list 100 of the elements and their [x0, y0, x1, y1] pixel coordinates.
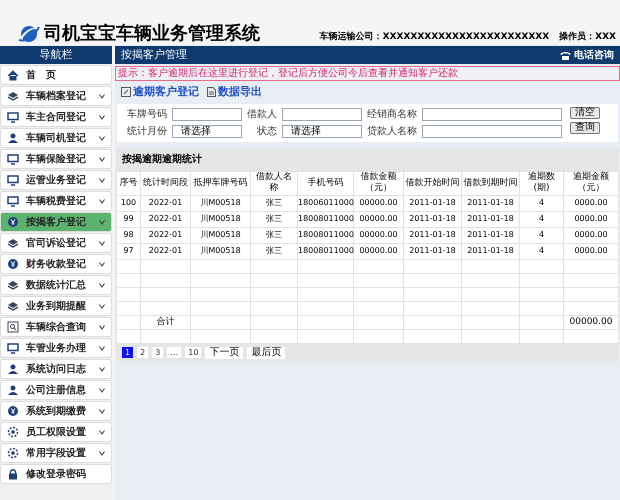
- table-cell: 0000.00: [564, 243, 618, 259]
- edit-form-icon: [121, 87, 131, 98]
- sidebar-title: 导航栏: [0, 46, 112, 64]
- table-cell: 00000.00: [354, 227, 404, 243]
- layers-icon: [7, 237, 19, 249]
- column-header: 借款人名称: [250, 171, 298, 195]
- table-cell: 川M00518: [190, 227, 250, 243]
- table-cell: 4: [520, 243, 564, 259]
- select-field[interactable]: 请选择: [282, 124, 362, 138]
- sidebar-item[interactable]: 首 页: [0, 65, 112, 85]
- chevron-down-icon: [99, 282, 105, 288]
- input-field[interactable]: [172, 108, 242, 120]
- page-link[interactable]: …: [167, 347, 182, 358]
- gear-icon: [7, 426, 19, 438]
- layers-icon: [7, 90, 19, 102]
- column-header: 逾期数(期): [520, 171, 564, 195]
- chevron-down-icon: [99, 156, 105, 162]
- sidebar-item[interactable]: 车辆司机登记: [0, 128, 112, 148]
- export-link[interactable]: 数据导出: [207, 84, 262, 100]
- person-icon: [7, 363, 19, 375]
- input-field[interactable]: [282, 108, 362, 120]
- table-cell: 2022-01: [140, 211, 190, 227]
- phone-link[interactable]: 电话咨询: [560, 48, 614, 62]
- table-cell: 2022-01: [140, 195, 190, 211]
- page-link[interactable]: 2: [137, 347, 148, 358]
- sidebar-item[interactable]: 系统到期缴费: [0, 401, 112, 421]
- sidebar-item[interactable]: 运管业务登记: [0, 170, 112, 190]
- layers-icon: [7, 300, 19, 312]
- monitor-icon: [7, 195, 19, 207]
- register-link[interactable]: 逾期客户登记: [121, 84, 199, 100]
- page-link[interactable]: 1: [122, 347, 134, 358]
- table-cell: 张三: [250, 243, 298, 259]
- sidebar-item[interactable]: 车辆税费登记: [0, 191, 112, 211]
- sidebar-item[interactable]: 车辆综合查询: [0, 317, 112, 337]
- sidebar-item[interactable]: 官司诉讼登记: [0, 233, 112, 253]
- sidebar-item[interactable]: 业务到期提醒: [0, 296, 112, 316]
- sidebar-item[interactable]: 车主合同登记: [0, 107, 112, 127]
- home-icon: [7, 69, 19, 81]
- sidebar-item[interactable]: 车管业务办理: [0, 338, 112, 358]
- lock-icon: [7, 468, 19, 480]
- table-cell: 张三: [250, 211, 298, 227]
- page-link[interactable]: 10: [185, 347, 202, 358]
- monitor-icon: [7, 342, 19, 354]
- table-cell: 2011-01-18: [462, 195, 520, 211]
- phone-icon: [560, 50, 571, 60]
- sidebar-item[interactable]: 公司注册信息: [0, 380, 112, 400]
- next-page-link[interactable]: 下一页: [205, 346, 244, 358]
- sidebar-item[interactable]: 系统访问日志: [0, 359, 112, 379]
- gear-icon: [7, 447, 19, 459]
- table-cell: 川M00518: [190, 211, 250, 227]
- column-header: 借款到期时间: [462, 171, 520, 195]
- last-page-link[interactable]: 最后页: [247, 346, 286, 358]
- table-cell: 川M00518: [190, 195, 250, 211]
- column-header: 统计时间段: [140, 171, 190, 195]
- chevron-down-icon: [99, 324, 105, 330]
- field-label: 状态: [256, 124, 277, 138]
- monitor-icon: [7, 153, 19, 165]
- table-title: 按揭逾期逾期统计: [116, 148, 619, 170]
- monitor-icon: [7, 111, 19, 123]
- sidebar-item[interactable]: 修改登录密码: [0, 464, 112, 484]
- document-icon: [207, 87, 216, 98]
- yen-coin-icon: [7, 258, 19, 270]
- chevron-down-icon: [99, 114, 105, 120]
- table-cell: 18006011000: [298, 195, 354, 211]
- chevron-down-icon: [99, 94, 105, 98]
- table-cell: 2022-01: [140, 227, 190, 243]
- company-info: 车辆运输公司：XXXXXXXXXXXXXXXXXXXXXXXX: [320, 30, 550, 44]
- sidebar-item[interactable]: 常用字段设置: [0, 443, 112, 463]
- person-icon: [7, 132, 19, 144]
- table-cell: 4: [520, 195, 564, 211]
- sidebar-item[interactable]: 车辆保险登记: [0, 149, 112, 169]
- table-cell: 0000.00: [564, 195, 618, 211]
- table-cell: 18008011000: [298, 227, 354, 243]
- column-header: 借款开始时间: [404, 171, 462, 195]
- sidebar-item[interactable]: 员工权限设置: [0, 422, 112, 442]
- sidebar-item[interactable]: 车辆档案登记: [0, 86, 112, 106]
- sidebar-item[interactable]: 按揭客户登记: [0, 212, 112, 232]
- column-header: 借款金额（元）: [354, 171, 404, 195]
- sidebar-item[interactable]: 数据统计汇总: [0, 275, 112, 295]
- sidebar-item[interactable]: 财务收款登记: [0, 254, 112, 274]
- table-cell: 4: [520, 227, 564, 243]
- chevron-down-icon: [99, 346, 105, 350]
- page-link[interactable]: 3: [152, 347, 164, 358]
- page-title: 按揭客户管理: [121, 46, 187, 63]
- column-header: 手机号码: [298, 171, 354, 195]
- layers-icon: [7, 279, 19, 291]
- search-button[interactable]: 查询: [570, 122, 600, 134]
- column-header: 抵押车牌号码: [190, 171, 250, 195]
- table-cell: 2011-01-18: [404, 243, 462, 259]
- select-field[interactable]: 请选择: [172, 124, 242, 138]
- input-field[interactable]: [422, 108, 562, 120]
- column-header: 序号: [116, 171, 140, 195]
- total-value: 00000.00: [570, 316, 612, 326]
- input-field[interactable]: [422, 124, 562, 138]
- table-cell: 2011-01-18: [462, 211, 520, 227]
- clear-button[interactable]: 清空: [570, 106, 600, 118]
- table-cell: 100: [116, 195, 140, 211]
- person-icon: [7, 384, 19, 396]
- total-label: 合计: [156, 316, 174, 326]
- search-icon: [7, 321, 19, 333]
